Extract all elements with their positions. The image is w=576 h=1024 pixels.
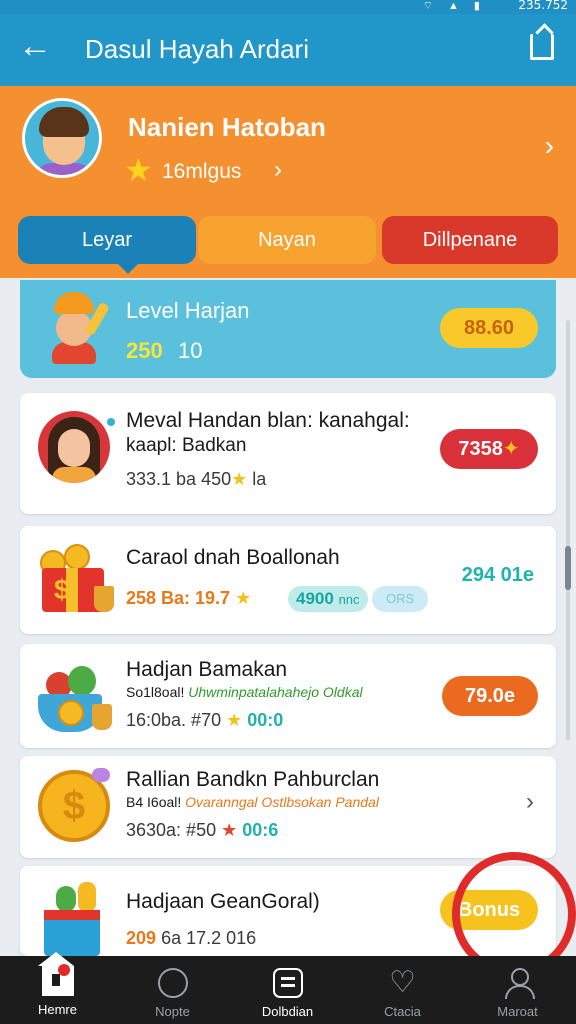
star-icon: ★	[231, 469, 248, 489]
item-meta-value: 00:0	[247, 710, 284, 730]
chevron-right-icon[interactable]: ›	[274, 156, 282, 184]
item-meta: 3630a: #50 ★ 00:6	[126, 820, 278, 841]
user-icon	[502, 968, 535, 999]
item-title: Meval Handan blan: kanahgal:	[126, 409, 410, 432]
item-subtitle-prefix: B4 I6oal!	[126, 794, 182, 810]
item-meta-text: 333.1 ba 450	[126, 469, 232, 489]
page-title: Dasul Hayah Ardari	[85, 34, 309, 64]
item-subtitle-text: Ovaranngal Ostlbsokan Pandal	[185, 794, 379, 810]
item-meta-text: 3630a: #50	[126, 820, 217, 840]
item-chip-suffix: nnc	[338, 592, 360, 607]
nav-label: Ctacia	[384, 1004, 421, 1019]
item-badge[interactable]: 7358✦	[440, 429, 538, 469]
profile-chevron-right-icon[interactable]: ›	[545, 130, 554, 162]
avatar[interactable]	[22, 98, 102, 178]
item-title: Caraol dnah Boallonah	[126, 546, 340, 569]
kid-avatar	[48, 292, 110, 364]
item-subtitle: So1l8oal! Uhwminpatalahahejo Oldkal	[126, 684, 363, 700]
clock-icon	[157, 968, 188, 998]
girl-avatar	[38, 411, 110, 483]
online-indicator	[104, 415, 118, 429]
scrollbar[interactable]	[565, 320, 571, 740]
nav-label: Dolbdian	[261, 1004, 314, 1019]
tab-leyar[interactable]: Leyar	[18, 216, 196, 274]
level-value-b: 10	[178, 338, 203, 363]
app-bar: ← Dasul Hayah Ardari	[0, 14, 576, 86]
status-icons: ⌔ ▲ ▮	[422, 0, 486, 12]
level-value-a: 250	[126, 338, 163, 363]
scrollbar-thumb[interactable]	[565, 546, 571, 590]
back-arrow-icon[interactable]: ←	[18, 28, 52, 64]
list-item[interactable]: Meval Handan blan: kanahgal: kaapl: Badk…	[20, 393, 556, 514]
nav-label: Hemre	[37, 1002, 77, 1017]
item-meta-text: 16:0ba. #70	[126, 710, 222, 730]
item-badge[interactable]: 79.0e	[442, 676, 538, 716]
item-value: 294 01e	[461, 564, 534, 586]
nav-item-ctacia[interactable]: Ctacia	[345, 956, 460, 1024]
star-icon: ★	[124, 152, 153, 188]
tab-nayan[interactable]: Nayan	[198, 216, 376, 264]
nav-label: Nopte	[155, 1004, 190, 1019]
item-meta: 258 Ba: 19.7 ★	[126, 588, 251, 609]
list-item[interactable]: $ Rallian Bandkn Pahburclan B4 I6oal! Ov…	[20, 756, 556, 858]
star-icon: ★	[221, 820, 238, 840]
item-title: Hadjan Bamakan	[126, 658, 288, 681]
star-icon: ★	[226, 710, 243, 730]
item-title: Hadjaan GeanGoral)	[126, 890, 320, 913]
item-meta-a: 209	[126, 928, 157, 948]
level-badge[interactable]: 88.60	[440, 308, 538, 348]
level-card[interactable]: Level Harjan 250 10 88.60	[20, 280, 556, 378]
nav-item-nopte[interactable]: Nopte	[115, 956, 230, 1024]
bottom-nav: Hemre Nopte Dolbdian Ctacia Maroat	[0, 952, 576, 1024]
chevron-right-icon[interactable]: ›	[526, 788, 534, 816]
profile-subtitle: 16mlgus	[162, 160, 242, 183]
grid-icon	[272, 968, 303, 998]
list-item[interactable]: $ Caraol dnah Boallonah 258 Ba: 19.7 ★ 4…	[20, 526, 556, 634]
item-subtitle-prefix: So1l8oal!	[126, 684, 185, 700]
flame-icon: ✦	[502, 438, 520, 460]
gift-box-icon: $	[36, 544, 116, 616]
nav-item-home[interactable]: Hemre	[0, 952, 115, 1024]
item-badge-value: 7358	[458, 438, 503, 460]
basket-icon	[36, 658, 116, 734]
item-meta-value: 00:6	[242, 820, 279, 840]
item-chip-secondary[interactable]: ORS	[372, 586, 429, 612]
nav-label: Maroat	[497, 1004, 538, 1019]
heart-icon	[387, 968, 419, 998]
level-title: Level Harjan	[126, 298, 250, 323]
item-meta: 333.1 ba 450★ la	[126, 469, 266, 490]
profile-name: Nanien Hatoban	[128, 112, 326, 142]
item-title: Rallian Bandkn Pahburclan	[126, 768, 380, 791]
item-subtitle-text: Uhwminpatalahahejo Oldkal	[188, 684, 363, 700]
nav-item-dolbdian[interactable]: Dolbdian	[230, 956, 345, 1024]
status-bar: ⌔ ▲ ▮ 235.752	[0, 0, 576, 14]
notification-dot	[58, 964, 70, 976]
item-meta: 209 6a 17.2 016	[126, 928, 256, 949]
item-meta-text: 258 Ba: 19.7	[126, 588, 231, 608]
status-time: 235.752	[518, 0, 568, 12]
star-icon: ★	[235, 588, 252, 608]
notification-badge	[92, 768, 110, 782]
tab-dillpenane[interactable]: Dillpenane	[382, 216, 558, 264]
item-chip[interactable]: 4900 nnc	[288, 586, 368, 612]
nav-item-maroat[interactable]: Maroat	[460, 956, 575, 1024]
item-subtitle: B4 I6oal! Ovaranngal Ostlbsokan Pandal	[126, 794, 379, 810]
item-meta: 16:0ba. #70 ★ 00:0	[126, 710, 283, 731]
tab-bar: Leyar Nayan Dillpenane	[18, 216, 558, 274]
list-item[interactable]: Hadjan Bamakan So1l8oal! Uhwminpatalahah…	[20, 644, 556, 748]
item-chip-value: 4900	[296, 589, 334, 608]
item-meta-b: 6a 17.2 016	[161, 928, 257, 948]
item-meta-suffix: la	[252, 469, 267, 489]
gift-bag-icon	[36, 880, 116, 956]
item-title-line2: kaapl: Badkan	[126, 435, 247, 456]
share-icon[interactable]	[530, 34, 554, 60]
